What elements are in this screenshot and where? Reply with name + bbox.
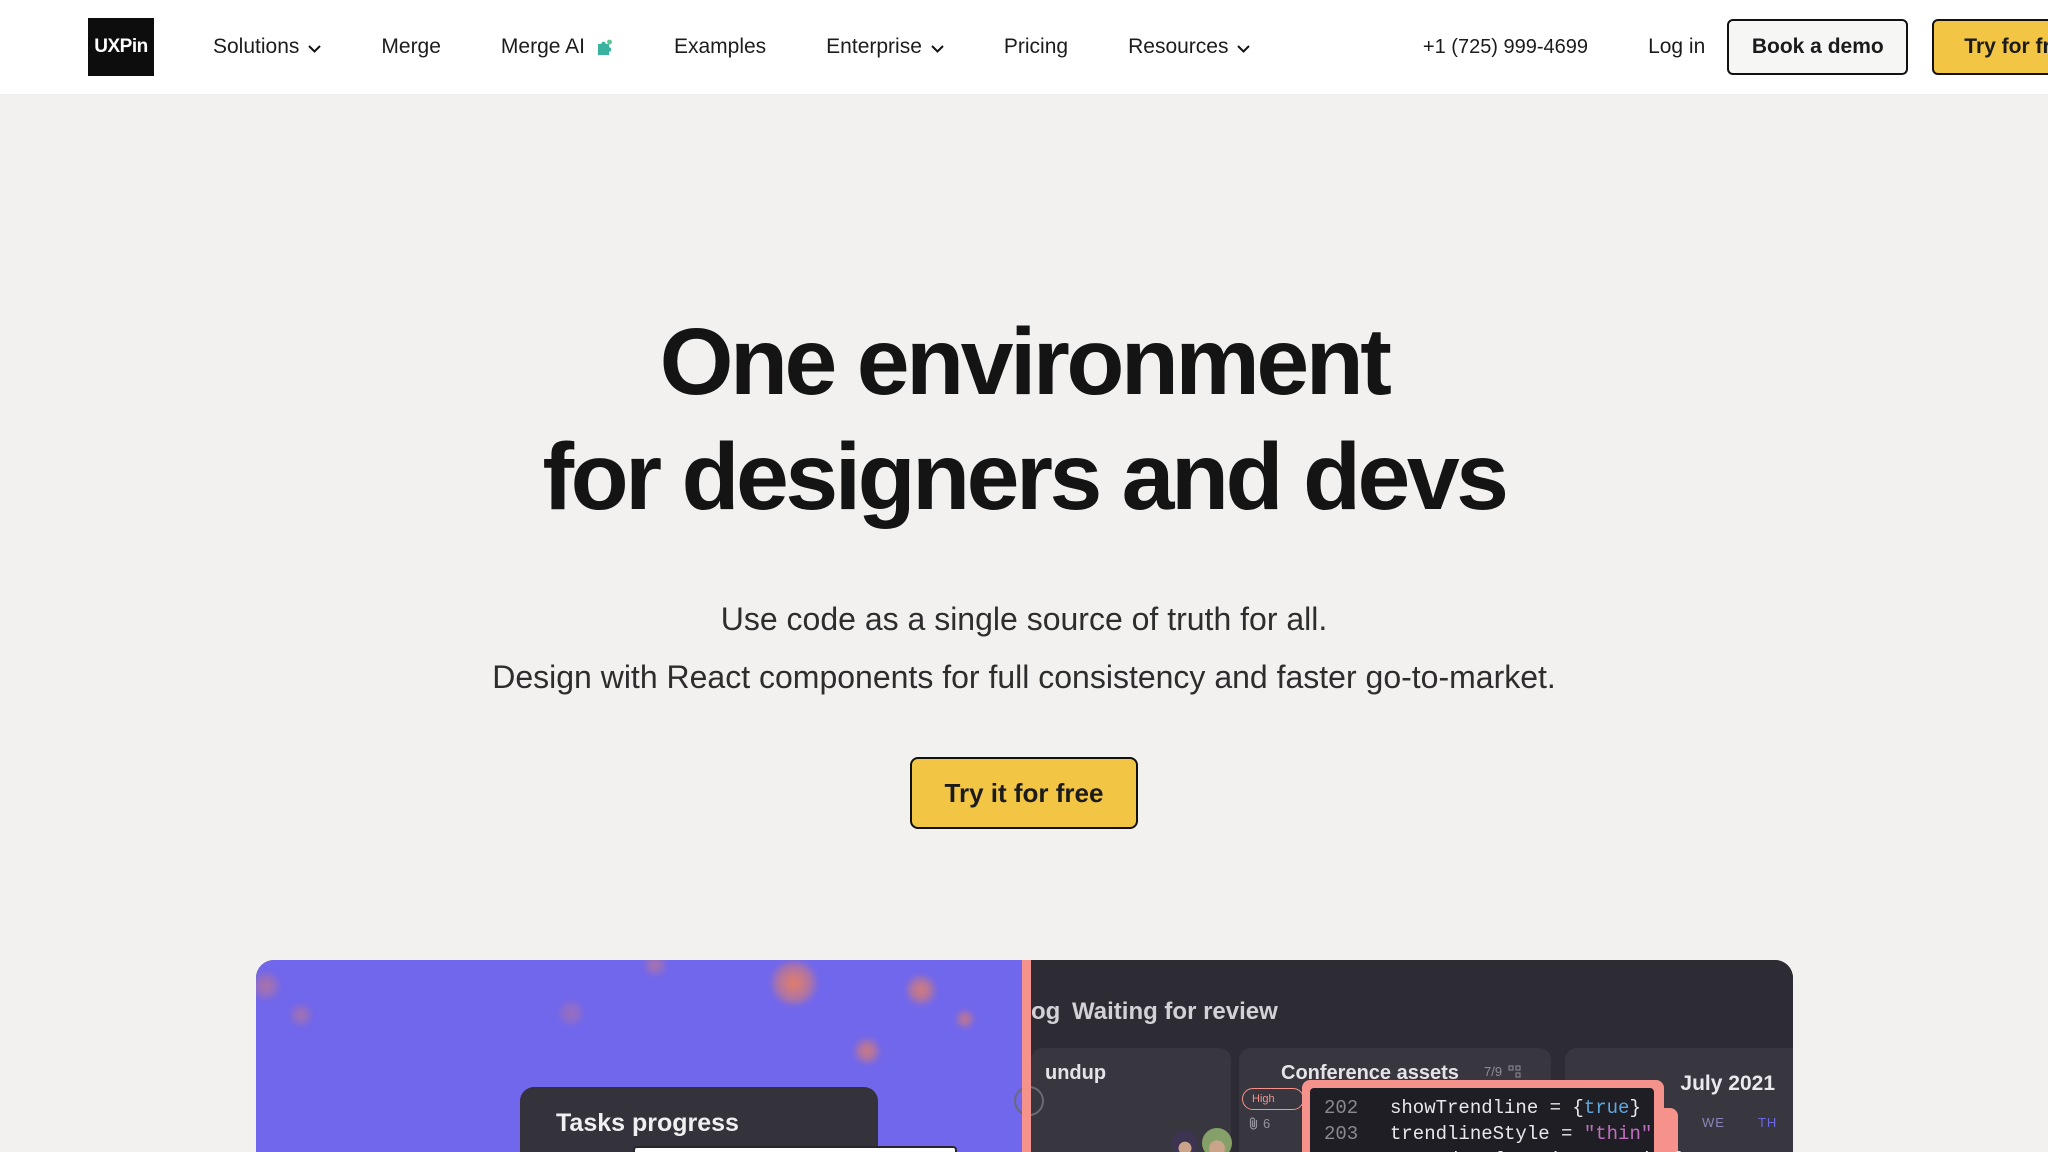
phone-number-link[interactable]: +1 (725) 999-4699 [1423, 36, 1588, 59]
hero-heading: One environment for designers and devs [0, 305, 2048, 535]
decorative-blob [854, 1038, 880, 1064]
decorative-blob [644, 960, 666, 976]
panel-divider[interactable] [1022, 960, 1031, 1152]
code-token: trendlineStyle = [1390, 1123, 1584, 1145]
nav-item-label: Merge [381, 35, 441, 58]
column-header-waiting-for-review: Waiting for review [1072, 998, 1278, 1025]
tasks-progress-title: Tasks progress [556, 1109, 739, 1137]
chevron-down-icon [1237, 44, 1251, 53]
code-line: 202 showTrendline = {true} [1324, 1095, 1654, 1121]
try-it-for-free-label: Try it for free [944, 777, 1104, 808]
code-overlay-tab [1658, 1108, 1678, 1152]
code-text: showTrendline = {true} [1390, 1097, 1641, 1119]
uxpin-logo-text: UXPin [94, 36, 148, 57]
chevron-down-icon [931, 44, 944, 53]
calendar-month-label: July 2021 [1680, 1072, 1775, 1095]
uxpin-landing-page: UXPin Solutions Merge Merge AI Examples … [0, 0, 2048, 1152]
code-token-true: true [1583, 1097, 1630, 1119]
code-editor-overlay[interactable]: 202 showTrendline = {true} 203 trendline… [1302, 1080, 1686, 1152]
login-link[interactable]: Log in [1648, 35, 1705, 59]
weekday-we: WE [1702, 1115, 1725, 1130]
kanban-card-roundup[interactable]: undup [1031, 1048, 1231, 1152]
code-token: } [1629, 1097, 1641, 1119]
progress-count-value: 7/9 [1484, 1064, 1503, 1079]
hero-heading-line2: for designers and devs [542, 424, 1509, 530]
nav-menu: Solutions Merge Merge AI Examples Enterp… [213, 35, 1251, 59]
uxpin-logo[interactable]: UXPin [88, 18, 154, 76]
code-text: trendlineStyle = "thin" [1390, 1123, 1652, 1145]
nav-item-label: Resources [1128, 35, 1229, 58]
hero-heading-line1: One environment [659, 309, 1392, 415]
chevron-down-icon [308, 44, 322, 53]
try-it-for-free-button[interactable]: Try it for free [910, 757, 1138, 829]
try-for-free-button[interactable]: Try for free [1932, 19, 2048, 75]
nav-item-label: Examples [673, 35, 767, 58]
decorative-blob [256, 972, 280, 1000]
book-demo-button[interactable]: Book a demo [1727, 19, 1909, 75]
line-number: 202 [1324, 1097, 1359, 1119]
nav-item-examples[interactable]: Examples [674, 35, 766, 59]
progress-count: 7/9 [1484, 1064, 1521, 1079]
priority-label: High [1252, 1093, 1275, 1105]
code-line: 203 trendlineStyle = "thin" [1324, 1121, 1654, 1147]
component-icon [1508, 1065, 1521, 1078]
line-number: 203 [1324, 1123, 1359, 1145]
try-for-free-label: Try for free [1964, 35, 2048, 58]
calendar-weekdays: WE TH [1702, 1115, 1777, 1130]
attachments-count: 6 [1263, 1116, 1271, 1131]
decorative-blob [956, 1010, 974, 1028]
nav-item-label: Merge AI [500, 35, 585, 58]
code-token-string: "thin" [1583, 1123, 1653, 1145]
nav-actions: +1 (725) 999-4699 Log in Book a demo Try… [1423, 19, 2048, 75]
attachments: 6 [1248, 1116, 1270, 1131]
top-navigation: UXPin Solutions Merge Merge AI Examples … [0, 0, 2048, 94]
tasks-progress-card[interactable]: Tasks progress [520, 1087, 878, 1152]
code-line: 204 onLoad = {set interaction} [1324, 1147, 1686, 1152]
nav-item-enterprise[interactable]: Enterprise [826, 35, 944, 59]
priority-badge: High [1242, 1088, 1304, 1110]
book-demo-label: Book a demo [1751, 35, 1884, 58]
weekday-th: TH [1757, 1115, 1778, 1130]
hero-subtext: Use code as a single source of truth for… [0, 590, 2048, 706]
nav-item-label: Solutions [213, 35, 300, 58]
code-token: showTrendline = { [1390, 1097, 1584, 1119]
nav-item-resources[interactable]: Resources [1128, 35, 1251, 59]
decorative-blob [290, 1004, 312, 1026]
decorative-blob [770, 961, 818, 1005]
nav-item-merge-ai[interactable]: Merge AI [501, 35, 614, 59]
code-editor: 202 showTrendline = {true} 203 trendline… [1310, 1088, 1686, 1152]
decorative-blob [906, 975, 936, 1005]
avatar [1202, 1128, 1232, 1152]
nav-item-label: Enterprise [826, 35, 922, 58]
avatar [1172, 1130, 1198, 1152]
decorative-blob [558, 1000, 584, 1026]
paperclip-icon [1249, 1117, 1258, 1130]
nav-item-merge[interactable]: Merge [381, 35, 441, 59]
nav-item-pricing[interactable]: Pricing [1004, 35, 1068, 59]
column-header-backlog: og [1031, 998, 1061, 1025]
nav-item-solutions[interactable]: Solutions [213, 35, 322, 59]
puzzle-piece-icon [597, 39, 612, 55]
product-preview-image: og Waiting for review undup Conference a… [256, 960, 1793, 1152]
hero-subtext-line1: Use code as a single source of truth for… [720, 601, 1328, 637]
card-title: undup [1045, 1062, 1107, 1084]
nav-item-label: Pricing [1003, 35, 1069, 58]
progress-bar-popup [633, 1146, 957, 1152]
hero-subtext-line2: Design with React components for full co… [492, 659, 1556, 695]
